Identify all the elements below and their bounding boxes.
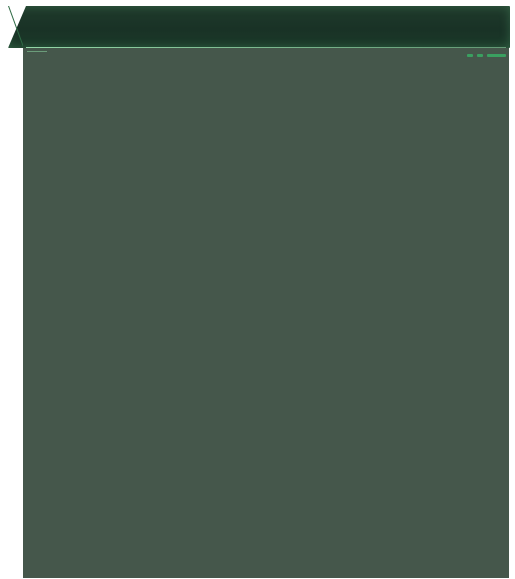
panel-accent-line [27, 51, 47, 52]
status-indicators [467, 54, 506, 57]
header-bar [8, 6, 510, 48]
app-window [0, 0, 515, 579]
status-dot-icon [467, 54, 473, 57]
main-panel [23, 48, 509, 578]
status-bar-icon [487, 54, 506, 57]
status-dot-icon [477, 54, 483, 57]
header-accent [8, 6, 23, 48]
